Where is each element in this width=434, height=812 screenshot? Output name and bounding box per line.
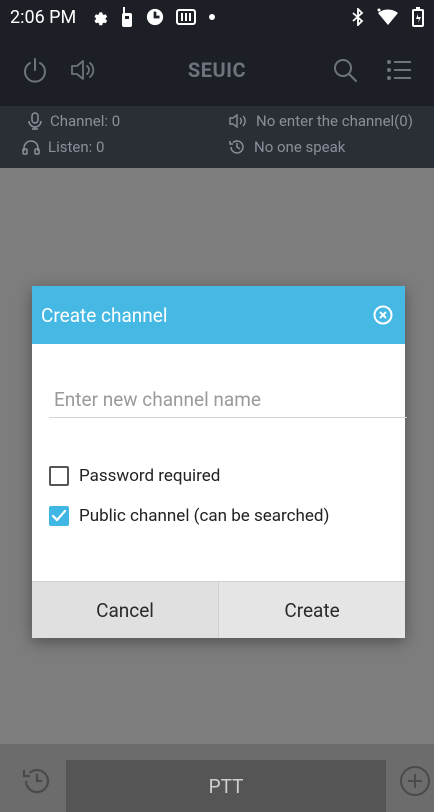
history-button[interactable] xyxy=(20,764,54,798)
dialog-footer: Cancel Create xyxy=(32,581,405,638)
listen-count-row: Listen: 0 xyxy=(22,138,104,156)
speak-status-label: No one speak xyxy=(254,138,346,156)
speaker-button[interactable] xyxy=(66,53,100,87)
walkie-talkie-icon xyxy=(120,7,134,27)
search-button[interactable] xyxy=(328,53,362,87)
battery-icon xyxy=(412,7,424,27)
speak-status-row: No one speak xyxy=(228,138,345,156)
enter-status-label: No enter the channel(0) xyxy=(256,112,413,130)
bottom-bar: PTT xyxy=(0,744,434,812)
status-time: 2:06 PM xyxy=(10,6,77,28)
plus-circle-icon xyxy=(400,766,430,796)
add-button[interactable] xyxy=(398,764,432,798)
public-channel-option[interactable]: Public channel (can be searched) xyxy=(49,506,329,526)
channel-name-input[interactable] xyxy=(49,382,407,418)
list-menu-icon xyxy=(387,60,411,80)
app-bar: SEUIC xyxy=(0,34,434,106)
ptt-button[interactable]: PTT xyxy=(66,760,386,812)
sync-icon xyxy=(146,8,164,26)
enter-status-row: No enter the channel(0) xyxy=(228,112,413,130)
password-required-label: Password required xyxy=(79,466,221,486)
bluetooth-icon xyxy=(352,8,364,26)
channel-count-row: Channel: 0 xyxy=(28,112,120,130)
cancel-button[interactable]: Cancel xyxy=(32,582,218,638)
dialog-title: Create channel xyxy=(41,303,168,327)
menu-list-button[interactable] xyxy=(382,53,416,87)
create-channel-dialog: Create channel Password required Public … xyxy=(32,286,407,638)
power-button[interactable] xyxy=(18,53,52,87)
checkmark-icon xyxy=(51,509,67,522)
power-icon xyxy=(24,58,46,83)
wifi-signal-icon xyxy=(376,8,400,26)
sim-card-icon xyxy=(176,9,197,25)
settings-gear-icon xyxy=(90,8,108,26)
speaker-icon xyxy=(71,60,95,80)
close-circle-icon xyxy=(373,305,393,325)
dialog-header: Create channel xyxy=(32,286,405,344)
password-required-checkbox[interactable] xyxy=(49,466,69,486)
channel-count-label: Channel: 0 xyxy=(50,112,121,130)
password-required-option[interactable]: Password required xyxy=(49,466,220,486)
listen-count-label: Listen: 0 xyxy=(48,138,105,156)
history-icon xyxy=(229,140,244,154)
history-icon xyxy=(22,768,50,794)
create-button[interactable]: Create xyxy=(218,582,405,638)
headphones-icon xyxy=(22,140,40,155)
volume-icon xyxy=(229,113,246,129)
status-bar: 2:06 PM xyxy=(0,0,434,34)
notification-dot-icon xyxy=(208,13,216,21)
dialog-close-button[interactable] xyxy=(370,302,396,328)
public-channel-checkbox[interactable] xyxy=(49,506,69,526)
microphone-icon xyxy=(28,112,42,130)
public-channel-label: Public channel (can be searched) xyxy=(79,506,330,526)
search-icon xyxy=(334,59,357,82)
channel-info-bar: Channel: 0 Listen: 0 No enter the channe… xyxy=(0,106,434,168)
